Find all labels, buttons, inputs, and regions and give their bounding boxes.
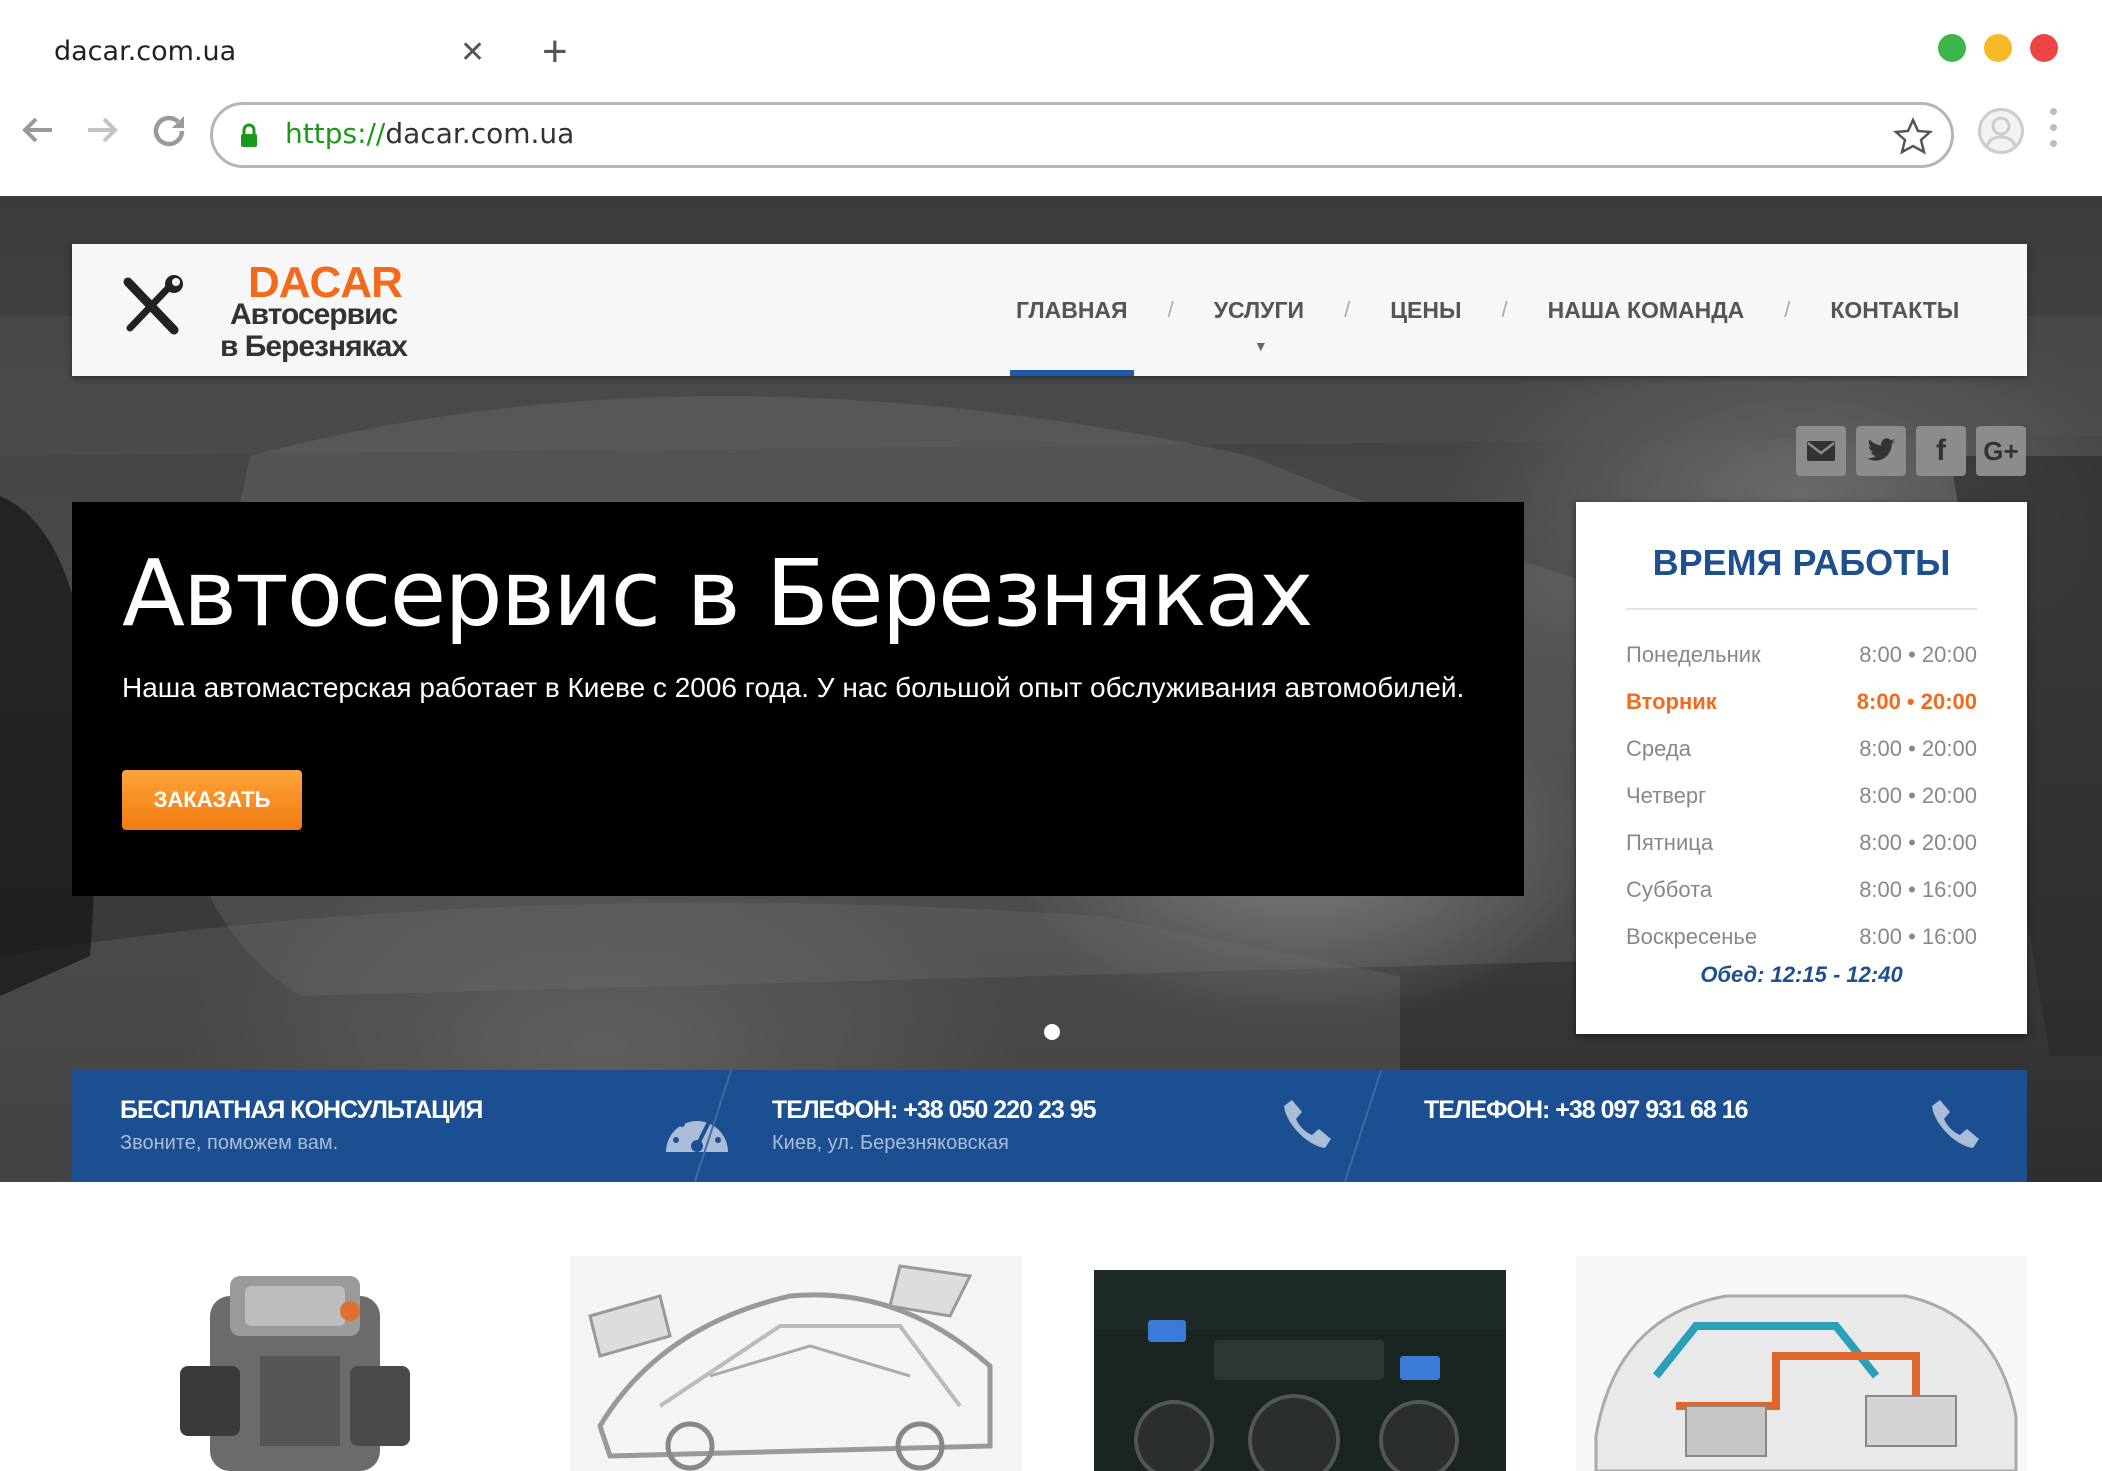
phone-icon <box>1284 1100 1331 1148</box>
menu-item-team[interactable]: НАША КОМАНДА <box>1508 244 1785 376</box>
address-bar[interactable]: https://dacar.com.ua <box>210 102 1954 168</box>
hours-row: Воскресенье 8:00 • 16:00 <box>1626 924 1977 954</box>
info-phone-1[interactable]: ТЕЛЕФОН: +38 050 220 23 95 Киев, ул. Бер… <box>772 1070 1372 1182</box>
main-menu: ГЛАВНАЯ / УСЛУГИ ▼ / ЦЕНЫ / НАША КОМАНДА … <box>976 244 1999 376</box>
climate-control-image[interactable] <box>1094 1270 1506 1471</box>
hours-time: 8:00 • 16:00 <box>1859 877 1977 902</box>
hours-row-today: Вторник 8:00 • 20:00 <box>1626 689 1977 719</box>
info-title: ТЕЛЕФОН: +38 050 220 23 95 <box>772 1096 1096 1124</box>
speedometer-icon <box>666 1113 728 1152</box>
phone-icon <box>1932 1100 1979 1148</box>
menu-item-services-label: УСЛУГИ <box>1213 296 1305 323</box>
logo-line2[interactable]: в Березняках <box>220 330 408 364</box>
menu-item-home[interactable]: ГЛАВНАЯ <box>976 244 1168 376</box>
hours-time: 8:00 • 20:00 <box>1859 736 1977 761</box>
window-close-button[interactable] <box>2030 34 2058 62</box>
hero-slide: Автосервис в Березняках Наша автомастерс… <box>72 502 1524 896</box>
forward-arrow-icon[interactable] <box>82 110 122 150</box>
info-title: БЕСПЛАТНАЯ КОНСУЛЬТАЦИЯ <box>120 1096 483 1124</box>
info-phone-2[interactable]: ТЕЛЕФОН: +38 097 931 68 16 <box>1424 1070 2024 1182</box>
twitter-icon[interactable] <box>1856 426 1906 476</box>
engine-image[interactable] <box>150 1256 450 1471</box>
info-consultation[interactable]: БЕСПЛАТНАЯ КОНСУЛЬТАЦИЯ Звоните, поможем… <box>120 1070 728 1182</box>
hours-row: Четверг 8:00 • 20:00 <box>1626 783 1977 813</box>
reload-icon[interactable] <box>148 110 190 152</box>
hero-section: DACAR Автосервис в Березняках ГЛАВНАЯ / … <box>0 196 2102 1182</box>
info-subtitle: Звоните, поможем вам. <box>120 1132 339 1154</box>
tab-title[interactable]: dacar.com.ua <box>54 36 236 67</box>
hours-day: Вторник <box>1626 689 1717 714</box>
fuel-system-image[interactable] <box>1576 1256 2027 1471</box>
bookmark-star-icon[interactable] <box>1893 117 1933 155</box>
hours-row: Среда 8:00 • 20:00 <box>1626 736 1977 766</box>
hours-day: Суббота <box>1626 877 1713 902</box>
hero-title: Автосервис в Березняках <box>122 540 1313 647</box>
hours-day: Пятница <box>1626 830 1714 855</box>
info-subtitle: Киев, ул. Березняковская <box>772 1132 1009 1154</box>
lock-icon <box>241 123 257 147</box>
hours-time: 8:00 • 20:00 <box>1859 783 1977 808</box>
hours-day: Среда <box>1626 736 1691 761</box>
hours-time: 8:00 • 20:00 <box>1856 689 1977 714</box>
hours-divider <box>1626 608 1977 610</box>
hours-time: 8:00 • 20:00 <box>1859 642 1977 667</box>
opening-hours-panel: ВРЕМЯ РАБОТЫ Понедельник 8:00 • 20:00 Вто… <box>1576 502 2027 1034</box>
logo-line1[interactable]: Автосервис <box>230 298 398 332</box>
order-button[interactable]: ЗАКАЗАТЬ <box>122 770 302 830</box>
menu-item-services[interactable]: УСЛУГИ ▼ <box>1174 244 1344 376</box>
dropdown-caret-icon: ▼ <box>1253 338 1268 354</box>
browser-menu-icon[interactable] <box>2050 108 2060 154</box>
menu-item-contacts[interactable]: КОНТАКТЫ <box>1790 244 1999 376</box>
mail-icon[interactable] <box>1796 426 1846 476</box>
profile-avatar-icon[interactable] <box>1978 108 2024 154</box>
url-text[interactable]: https://dacar.com.ua <box>285 117 574 150</box>
wrench-screwdriver-icon <box>123 275 183 335</box>
hours-title: ВРЕМЯ РАБОТЫ <box>1652 542 1951 583</box>
hours-day: Четверг <box>1626 783 1707 808</box>
hours-row: Суббота 8:00 • 16:00 <box>1626 877 1977 907</box>
site-header: DACAR Автосервис в Березняках ГЛАВНАЯ / … <box>72 244 2027 376</box>
hours-time: 8:00 • 16:00 <box>1859 924 1977 949</box>
lunch-break: Обед: 12:15 - 12:40 <box>1700 962 1903 987</box>
hours-row: Понедельник 8:00 • 20:00 <box>1626 642 1977 672</box>
info-title: ТЕЛЕФОН: +38 097 931 68 16 <box>1424 1096 1748 1124</box>
contact-info-bar: БЕСПЛАТНАЯ КОНСУЛЬТАЦИЯ Звоните, поможем… <box>72 1070 2027 1182</box>
hours-day: Понедельник <box>1626 642 1761 667</box>
window-maximize-button[interactable] <box>1938 34 1966 62</box>
slider-pagination-dot[interactable] <box>1044 1024 1060 1040</box>
back-arrow-icon[interactable] <box>18 110 58 150</box>
tab-close-icon[interactable]: ✕ <box>460 36 485 70</box>
menu-item-prices[interactable]: ЦЕНЫ <box>1350 244 1501 376</box>
hero-subtitle: Наша автомастерская работает в Киеве с 2… <box>122 672 1465 703</box>
google-plus-icon[interactable]: G+ <box>1976 426 2026 476</box>
car-body-image[interactable] <box>570 1256 1022 1471</box>
browser-chrome: dacar.com.ua ✕ + https://dacar.com.ua <box>0 0 2102 196</box>
hours-time: 8:00 • 20:00 <box>1859 830 1977 855</box>
hours-day: Воскресенье <box>1626 924 1758 949</box>
window-minimize-button[interactable] <box>1984 34 2012 62</box>
hours-row: Пятница 8:00 • 20:00 <box>1626 830 1977 860</box>
facebook-icon[interactable]: f <box>1916 426 1966 476</box>
new-tab-icon[interactable]: + <box>542 28 568 76</box>
